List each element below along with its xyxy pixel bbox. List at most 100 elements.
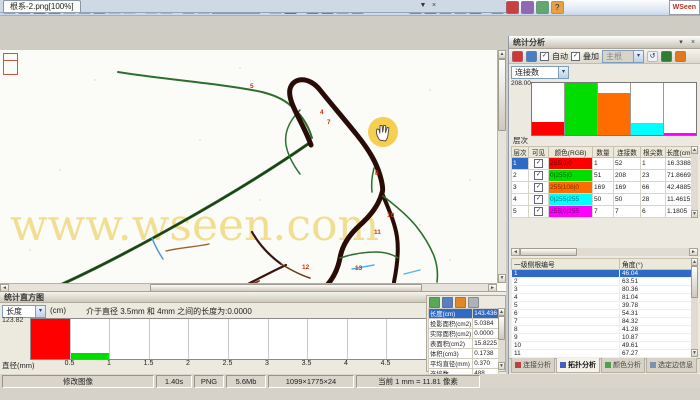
table-row[interactable]: 380.36: [512, 286, 692, 294]
list-item[interactable]: 表面积(cm2)15.8225: [429, 339, 499, 349]
x-tick-label: 2.5: [219, 360, 237, 367]
list-item[interactable]: 体积(cm3)0.1738: [429, 349, 499, 359]
table-row[interactable]: 910.87: [512, 334, 692, 342]
list-item[interactable]: 实际面积(cm2)0.0000: [429, 329, 499, 339]
table-row[interactable]: 2✓0|255|0512082371.8669: [512, 170, 694, 182]
list-item[interactable]: 长度(cm)143.436: [429, 309, 499, 319]
table-row[interactable]: 146.04: [512, 270, 692, 278]
angle-cell: 84.32: [620, 318, 692, 326]
tab-颜色分析[interactable]: 颜色分析: [601, 358, 645, 373]
help-icon[interactable]: ?: [551, 1, 564, 14]
level-table-header[interactable]: 长度(cm): [666, 147, 694, 158]
flask-icon[interactable]: [521, 1, 534, 14]
histogram-bin: [31, 319, 71, 359]
stat-value-cell: 5.0384: [473, 319, 499, 329]
panel-close-icon[interactable]: ×: [688, 38, 698, 48]
overlay-checkbox[interactable]: ✓: [571, 52, 580, 61]
chart-bar-level-1: [532, 122, 564, 135]
tab-拓扑分析[interactable]: 拓扑分析: [556, 358, 600, 373]
tab-选定边信息[interactable]: 选定边信息: [646, 358, 697, 373]
table-row[interactable]: 1049.61: [512, 342, 692, 350]
export-doc-icon[interactable]: [429, 297, 440, 308]
root-image-canvas[interactable]: www.wseen.com: [0, 50, 497, 283]
level-cell[interactable]: 2: [512, 170, 529, 182]
level-table-header[interactable]: 连接数: [614, 147, 641, 158]
analysis-metric-select[interactable]: 连接数 ▾: [511, 66, 569, 79]
canvas-vertical-scrollbar[interactable]: ▲ ▼: [497, 50, 506, 283]
table-row[interactable]: 654.31: [512, 310, 692, 318]
excel-export-icon[interactable]: [661, 51, 672, 62]
visible-cell[interactable]: ✓: [529, 194, 549, 206]
list-item[interactable]: 平均直径(mm)0.370: [429, 359, 499, 369]
table-row[interactable]: 263.51: [512, 278, 692, 286]
level-cell[interactable]: 5: [512, 206, 529, 218]
color-cell: 0|255|0: [549, 170, 593, 182]
stats-chart-icon[interactable]: [455, 297, 466, 308]
visible-checkbox[interactable]: ✓: [534, 159, 543, 168]
table-row[interactable]: 5✓255|0|2557761.1805: [512, 206, 694, 218]
visible-cell[interactable]: ✓: [529, 158, 549, 170]
table-row[interactable]: 1✓255|0|0152116.3388: [512, 158, 694, 170]
flag-icon[interactable]: [512, 51, 523, 62]
level-table-header[interactable]: 数量: [593, 147, 614, 158]
table-row[interactable]: 3✓255|108|01691696642.4885: [512, 182, 694, 194]
table-row[interactable]: 1167.27: [512, 350, 692, 358]
grid-icon[interactable]: [536, 1, 549, 14]
table-row[interactable]: 841.28: [512, 326, 692, 334]
tab-close-icon[interactable]: ×: [429, 1, 439, 11]
document-tab[interactable]: 根系-2.png[100%]: [3, 0, 81, 12]
global-stats-panel: 长度(cm)143.436投影面积(cm2)5.0384实际面积(cm2)0.0…: [426, 295, 506, 372]
measure-icon[interactable]: [526, 51, 537, 62]
chevron-down-icon: ▾: [558, 67, 568, 78]
length-cell: 11.4615: [666, 194, 694, 206]
tab-list-dropdown-icon[interactable]: ▼: [418, 1, 428, 11]
undo-icon[interactable]: ↺: [647, 51, 658, 62]
visible-cell[interactable]: ✓: [529, 206, 549, 218]
settings-gear-icon[interactable]: [468, 297, 479, 308]
connections-cell: 52: [614, 158, 641, 170]
x-tick-label: 2: [179, 360, 197, 367]
level-table-header[interactable]: 层次: [512, 147, 529, 158]
length-cell: 1.1805: [666, 206, 694, 218]
table-row[interactable]: 4✓0|255|25550502811.4615: [512, 194, 694, 206]
delete-red-icon[interactable]: [506, 1, 519, 14]
visible-checkbox[interactable]: ✓: [534, 207, 543, 216]
level-cell[interactable]: 4: [512, 194, 529, 206]
branch-label-7: 7: [327, 119, 331, 126]
auto-checkbox[interactable]: ✓: [540, 52, 549, 61]
color-cell: 255|0|0: [549, 158, 593, 170]
angle-col-angle-header[interactable]: 角度(°): [620, 259, 692, 270]
visible-checkbox[interactable]: ✓: [534, 195, 543, 204]
tab-连接分析[interactable]: 连接分析: [511, 358, 555, 373]
visible-cell[interactable]: ✓: [529, 170, 549, 182]
angle-col-id-header[interactable]: 一级侧根编号: [512, 259, 620, 270]
level-cell[interactable]: 3: [512, 182, 529, 194]
table-row[interactable]: 784.32: [512, 318, 692, 326]
pin-icon[interactable]: ▾: [676, 38, 686, 48]
level-table-header[interactable]: 可见: [529, 147, 549, 158]
overlay-label: 叠加: [583, 51, 599, 62]
table-row[interactable]: 481.04: [512, 294, 692, 302]
level-table-header[interactable]: 颜色(RGB): [549, 147, 593, 158]
level-table-scrollbar[interactable]: ▲ ▼: [691, 146, 698, 218]
chart-bar-cell: [631, 83, 664, 135]
angle-table-scrollbar[interactable]: ▲ ▼: [691, 258, 698, 357]
bar-chart-icon[interactable]: [675, 51, 686, 62]
visible-checkbox[interactable]: ✓: [534, 171, 543, 180]
visible-checkbox[interactable]: ✓: [534, 183, 543, 192]
stats-scrollbar[interactable]: ▲ ▼: [498, 308, 505, 370]
stat-label-cell: 实际面积(cm2): [429, 329, 473, 339]
level-table-header[interactable]: 根尖数: [641, 147, 666, 158]
list-item[interactable]: 投影面积(cm2)5.0384: [429, 319, 499, 329]
level-cell[interactable]: 1: [512, 158, 529, 170]
histogram-bin: [71, 319, 111, 359]
visible-cell[interactable]: ✓: [529, 182, 549, 194]
save-stats-icon[interactable]: [442, 297, 453, 308]
stat-value-cell: 15.8225: [473, 339, 499, 349]
analysis-panel-title: 统计分析: [509, 36, 700, 49]
hand-cursor: [368, 117, 398, 147]
root-select[interactable]: 主根 ▾: [602, 50, 644, 63]
chart-bar-level-2: [565, 83, 597, 135]
level-table-hscrollbar[interactable]: ◄ ►: [511, 248, 698, 256]
table-row[interactable]: 539.78: [512, 302, 692, 310]
